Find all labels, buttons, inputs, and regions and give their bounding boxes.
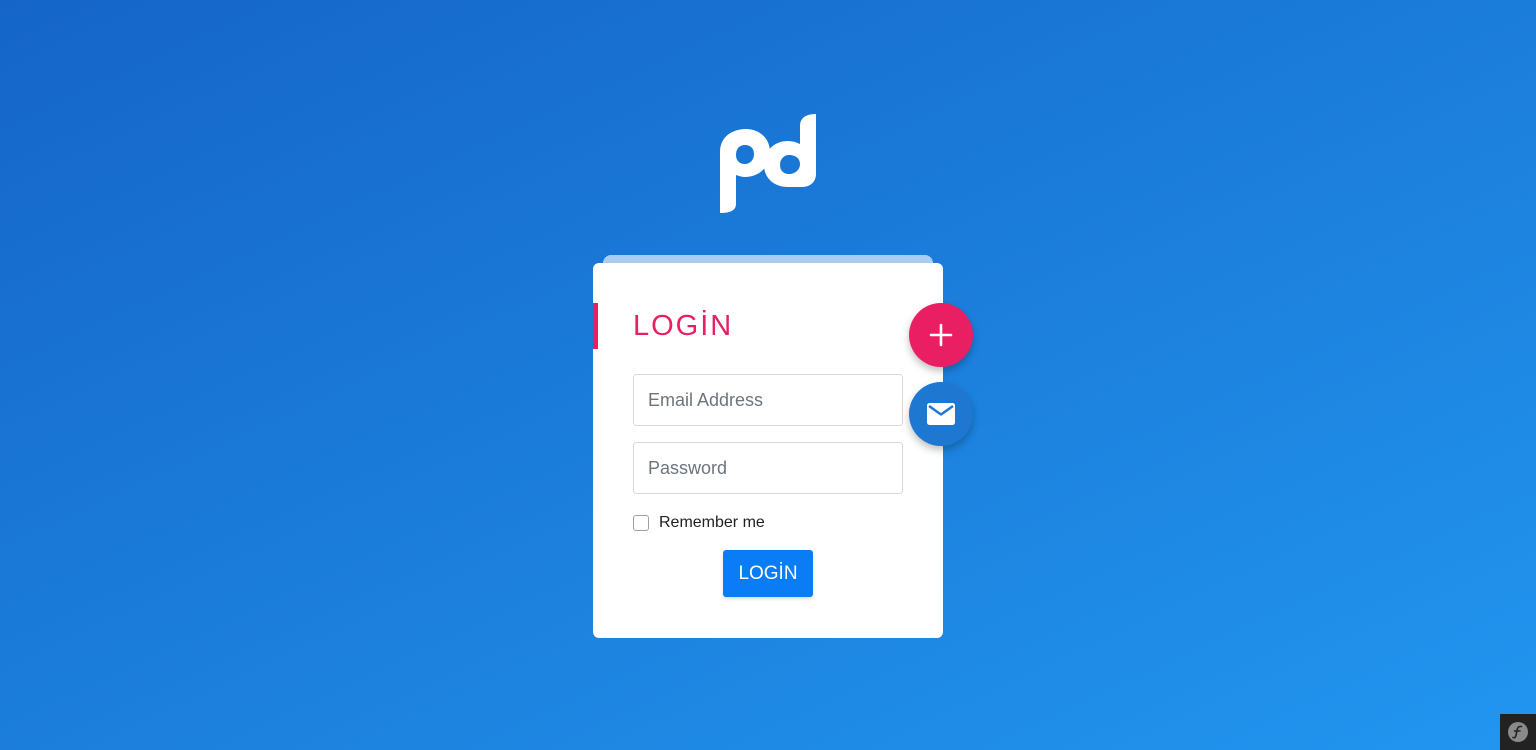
remember-me-label: Remember me: [659, 514, 765, 531]
login-card: LOGİN Remember me LOGİN: [593, 263, 943, 638]
add-fab-button[interactable]: [909, 303, 973, 367]
remember-me-row[interactable]: Remember me: [633, 513, 765, 533]
pd-logo-icon: [720, 114, 816, 213]
plus-icon: [929, 323, 953, 347]
remember-me-checkbox[interactable]: [633, 515, 649, 531]
title-accent-bar: [593, 303, 598, 349]
mail-fab-button[interactable]: [909, 382, 973, 446]
mail-icon: [927, 403, 955, 425]
email-input[interactable]: [633, 374, 903, 426]
symfony-toolbar-icon: [1508, 722, 1528, 742]
password-input[interactable]: [633, 442, 903, 494]
login-button[interactable]: LOGİN: [723, 550, 813, 597]
login-title: LOGİN: [633, 310, 734, 342]
debug-toolbar-toggle[interactable]: [1500, 714, 1536, 750]
